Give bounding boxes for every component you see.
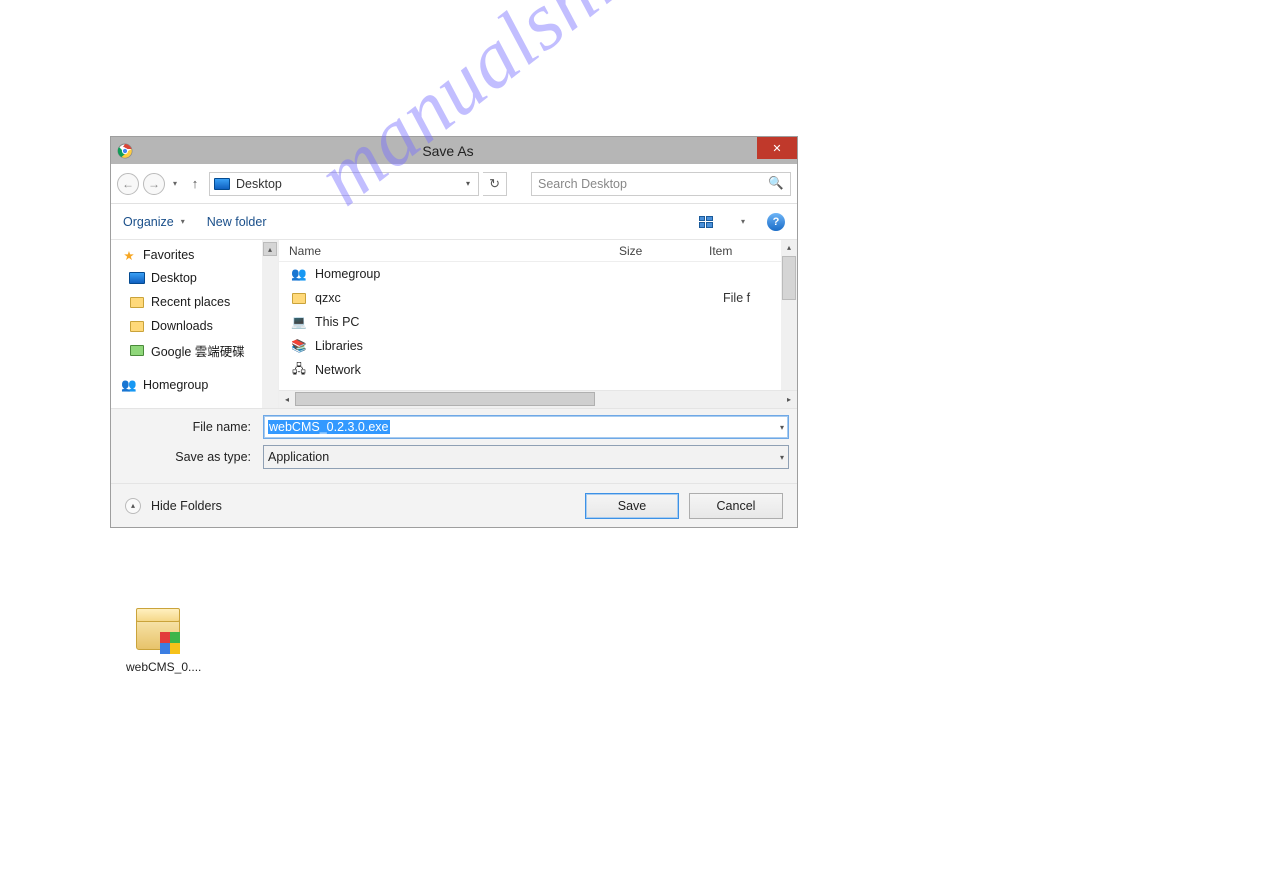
save-as-dialog: Save As ✕ ← → ▾ ↑ Desktop ▾ ↻ Search Des… (110, 136, 798, 528)
homegroup-icon: 👥 (291, 266, 307, 282)
col-name[interactable]: Name (279, 244, 619, 258)
collapse-icon[interactable]: ▴ (125, 498, 141, 514)
history-chevron-icon[interactable]: ▾ (169, 179, 181, 188)
footer: ▴ Hide Folders Save Cancel (111, 483, 797, 527)
organize-button[interactable]: Organize ▾ (123, 215, 189, 229)
file-name-input[interactable]: webCMS_0.2.3.0.exe ▾ (263, 415, 789, 439)
col-size[interactable]: Size (619, 244, 709, 258)
monitor-icon (129, 270, 145, 286)
close-button[interactable]: ✕ (757, 137, 797, 159)
column-headers: Name Size Item (279, 240, 797, 262)
address-bar[interactable]: Desktop ▾ (209, 172, 479, 196)
scroll-thumb[interactable]: ▴ (263, 242, 277, 256)
pc-icon: 💻 (291, 314, 307, 330)
save-button[interactable]: Save (585, 493, 679, 519)
scroll-left-icon[interactable]: ◂ (279, 395, 295, 404)
chevron-down-icon[interactable]: ▾ (780, 423, 784, 432)
sidebar-scrollbar[interactable]: ▴ (262, 240, 278, 408)
folder-icon (129, 294, 145, 310)
up-button[interactable]: ↑ (185, 174, 205, 194)
search-placeholder: Search Desktop (538, 177, 768, 191)
new-folder-button[interactable]: New folder (207, 215, 267, 229)
horizontal-scrollbar[interactable]: ◂ ▸ (279, 390, 797, 408)
star-icon: ★ (121, 247, 137, 263)
dialog-body: ★ Favorites Desktop Recent places Downlo… (111, 240, 797, 408)
installer-icon (134, 608, 182, 656)
close-icon: ✕ (772, 142, 781, 155)
rows: 👥 Homegroup qzxc File f 💻 This PC 📚 Libr… (279, 262, 797, 390)
cancel-button[interactable]: Cancel (689, 493, 783, 519)
sidebar-item-recent[interactable]: Recent places (121, 290, 278, 314)
search-input[interactable]: Search Desktop 🔍 (531, 172, 791, 196)
sidebar-head-favorites[interactable]: ★ Favorites (121, 244, 278, 266)
window-title: Save As (139, 143, 757, 159)
sidebar-item-desktop[interactable]: Desktop (121, 266, 278, 290)
sidebar-head-homegroup[interactable]: 👥 Homegroup (121, 374, 278, 396)
list-item[interactable]: 💻 This PC (279, 310, 797, 334)
sidebar-item-google-drive[interactable]: Google 雲端硬碟 (121, 338, 278, 362)
save-type-select[interactable]: Application ▾ (263, 445, 789, 469)
titlebar: Save As ✕ (111, 137, 797, 164)
desktop-shortcut[interactable]: webCMS_0.... (126, 608, 190, 674)
chevron-down-icon[interactable]: ▾ (780, 453, 784, 462)
user-folder-icon (291, 290, 307, 306)
shortcut-label: webCMS_0.... (126, 660, 190, 674)
scroll-thumb[interactable] (782, 256, 796, 300)
chevron-down-icon[interactable]: ▾ (462, 179, 474, 188)
chevron-down-icon: ▾ (177, 217, 189, 226)
help-button[interactable]: ? (767, 213, 785, 231)
view-mode-button[interactable] (693, 212, 719, 232)
homegroup-icon: 👥 (121, 377, 137, 393)
libraries-icon: 📚 (291, 338, 307, 354)
sidebar: ★ Favorites Desktop Recent places Downlo… (111, 240, 279, 408)
vertical-scrollbar[interactable]: ▴ (781, 240, 797, 390)
chevron-down-icon[interactable]: ▾ (737, 217, 749, 226)
back-button[interactable]: ← (117, 173, 139, 195)
folder-icon (129, 342, 145, 358)
file-list: Name Size Item 👥 Homegroup qzxc File f 💻 (279, 240, 797, 408)
list-item[interactable]: qzxc File f (279, 286, 797, 310)
view-icon (699, 216, 713, 228)
search-icon: 🔍 (768, 176, 784, 191)
nav-row: ← → ▾ ↑ Desktop ▾ ↻ Search Desktop 🔍 (111, 164, 797, 204)
input-area: File name: webCMS_0.2.3.0.exe ▾ Save as … (111, 408, 797, 483)
scroll-up-icon[interactable]: ▴ (781, 240, 797, 254)
desktop-icon (214, 178, 230, 190)
hide-folders-button[interactable]: Hide Folders (151, 499, 222, 513)
address-text: Desktop (236, 177, 456, 191)
list-item[interactable]: 👥 Homegroup (279, 262, 797, 286)
folder-icon (129, 318, 145, 334)
save-type-label: Save as type: (119, 450, 257, 464)
refresh-button[interactable]: ↻ (483, 172, 507, 196)
list-item[interactable]: 🖧 Network (279, 358, 797, 382)
file-name-label: File name: (119, 420, 257, 434)
chrome-icon (117, 143, 133, 159)
network-icon: 🖧 (291, 362, 307, 378)
sidebar-item-downloads[interactable]: Downloads (121, 314, 278, 338)
uac-shield-icon (160, 632, 180, 654)
scroll-right-icon[interactable]: ▸ (781, 395, 797, 404)
scroll-thumb[interactable] (295, 392, 595, 406)
list-item[interactable]: 📚 Libraries (279, 334, 797, 358)
forward-button[interactable]: → (143, 173, 165, 195)
toolbar: Organize ▾ New folder ▾ ? (111, 204, 797, 240)
